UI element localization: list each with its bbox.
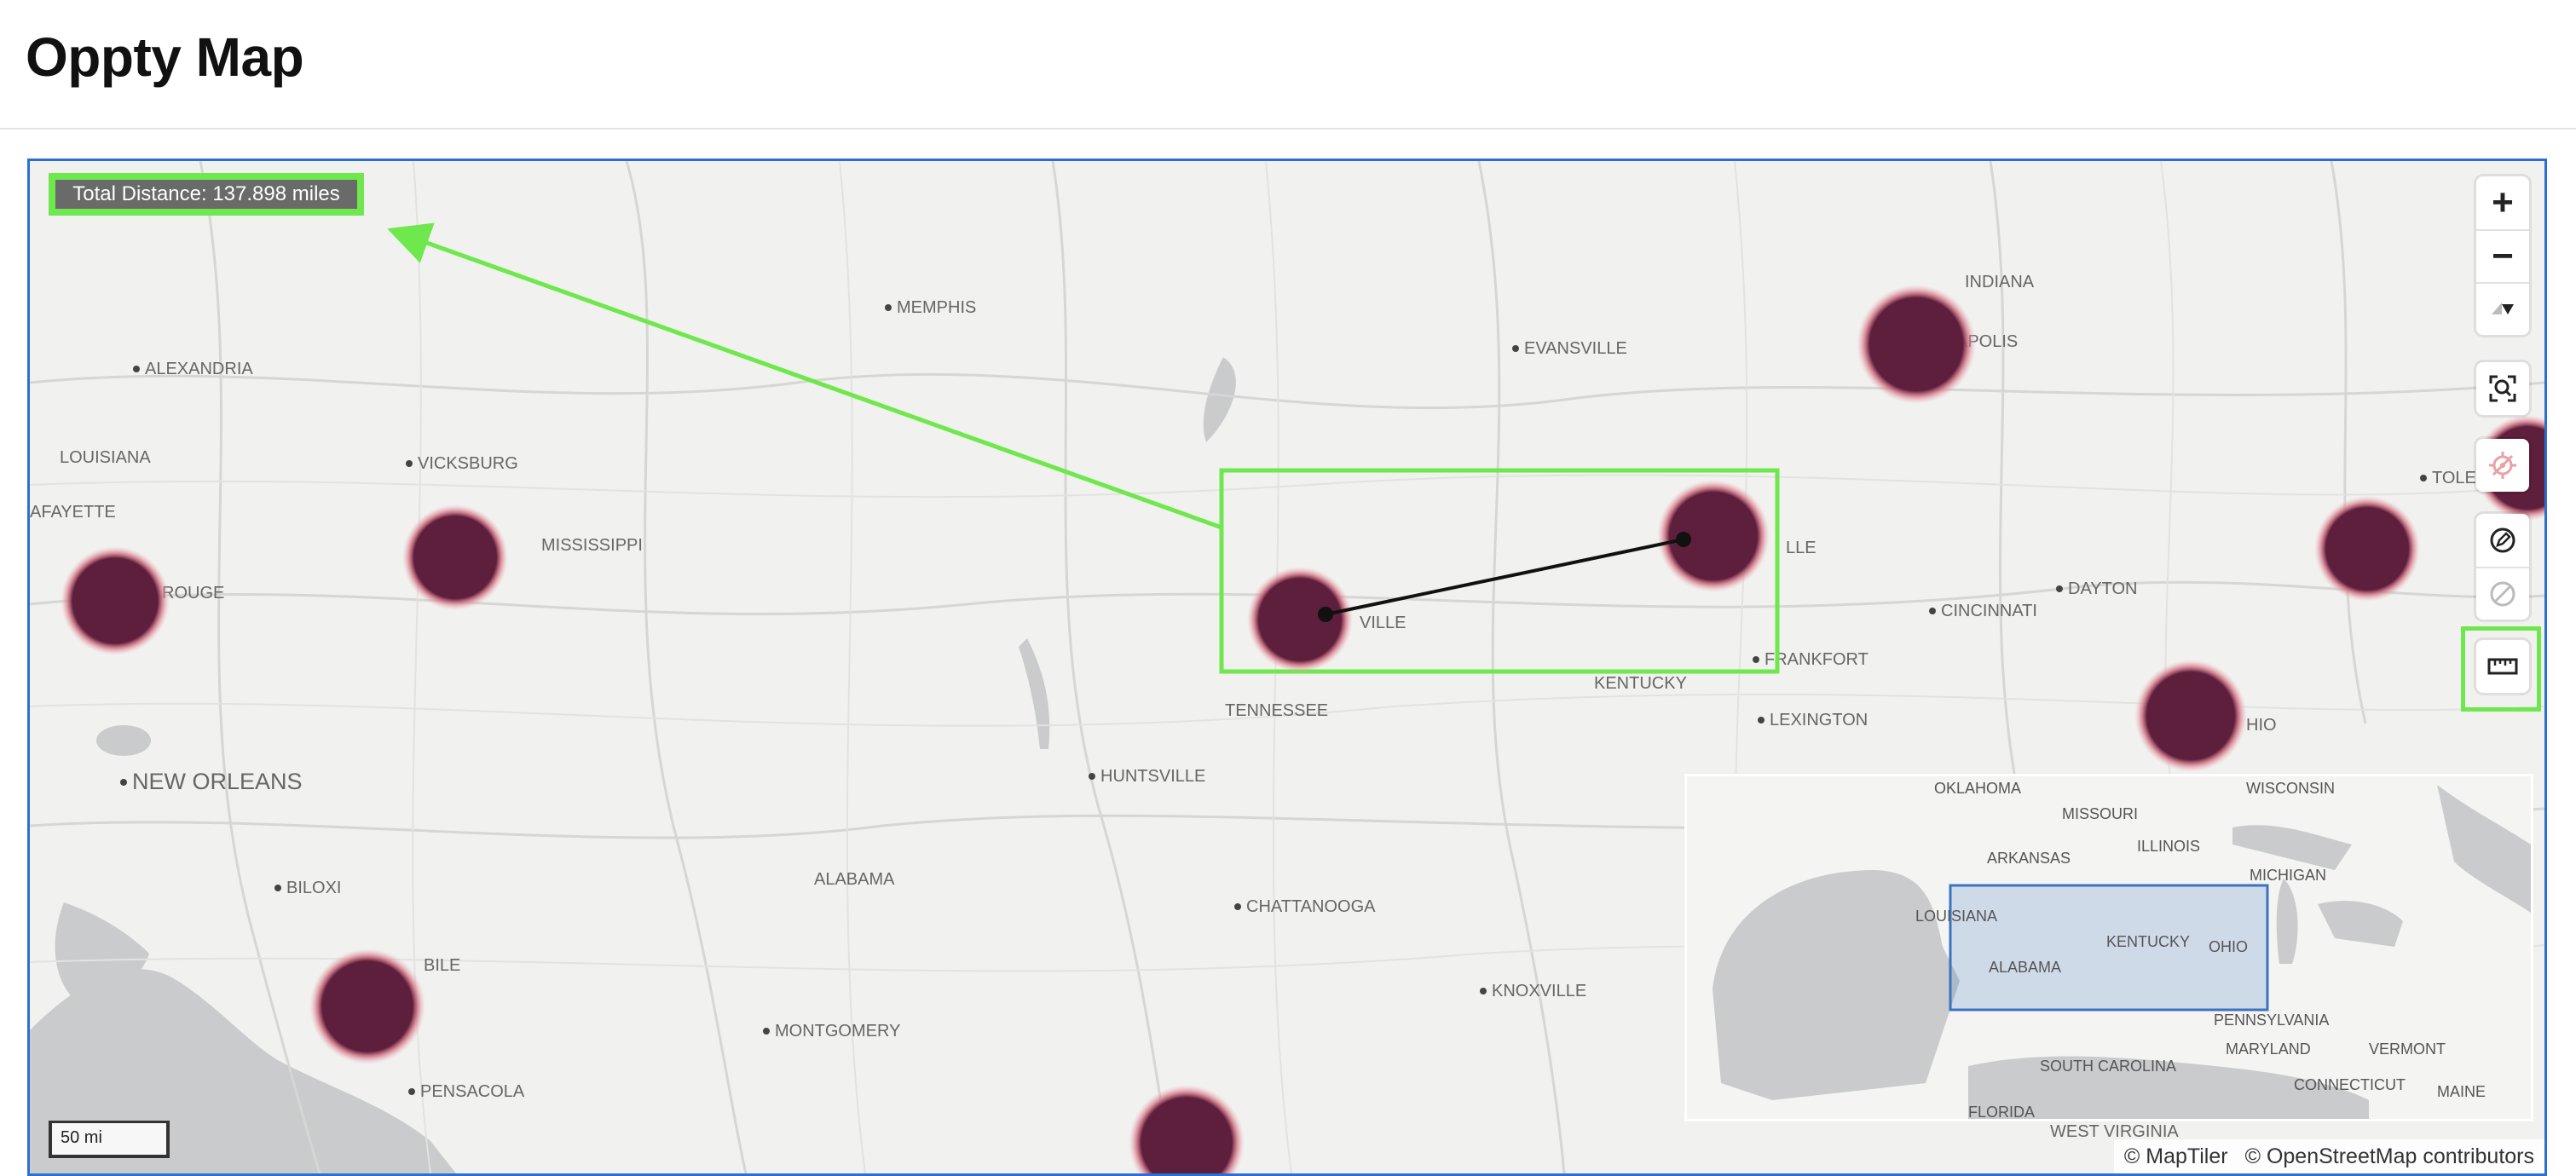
opportunity-marker[interactable] bbox=[1657, 480, 1770, 592]
minimap-label-missouri: MISSOURI bbox=[2062, 805, 2138, 822]
opportunity-marker[interactable] bbox=[2134, 660, 2247, 772]
geolocate-button[interactable] bbox=[2476, 439, 2529, 492]
geolocate-disabled-icon bbox=[2489, 452, 2516, 479]
label-chattanooga: CHATTANOOGA bbox=[1246, 897, 1376, 916]
clear-drawing-button[interactable] bbox=[2476, 567, 2529, 620]
minimap-label-alabama: ALABAMA bbox=[1989, 959, 2061, 976]
opportunity-marker[interactable] bbox=[402, 504, 508, 610]
page-header: Oppty Map bbox=[0, 0, 2576, 130]
total-distance-highlight: Total Distance: 137.898 miles bbox=[49, 173, 364, 216]
overview-minimap[interactable]: OKLAHOMA MISSOURI WISCONSIN ILLINOIS ARK… bbox=[1687, 776, 2531, 1119]
geolocate-group bbox=[2476, 439, 2529, 492]
zoom-extent-icon bbox=[2489, 375, 2516, 402]
measure-button-highlight bbox=[2461, 626, 2541, 712]
label-evansville: EVANSVILLE bbox=[1524, 339, 1627, 358]
compass-button[interactable] bbox=[2476, 282, 2529, 335]
zoom-in-button[interactable]: + bbox=[2476, 176, 2529, 229]
minimap-label-michigan: MICHIGAN bbox=[2250, 867, 2326, 884]
minimap-canvas[interactable]: OKLAHOMA MISSOURI WISCONSIN ILLINOIS ARK… bbox=[1687, 776, 2531, 1119]
label-dayton: DAYTON bbox=[2068, 579, 2138, 598]
label-pensacola: PENSACOLA bbox=[420, 1082, 525, 1101]
measure-point-end[interactable] bbox=[1676, 532, 1691, 547]
minimap-label-wisconsin: WISCONSIN bbox=[2246, 780, 2335, 797]
label-knoxville: KNOXVILLE bbox=[1492, 982, 1586, 1000]
attribution-maptiler-link[interactable]: © MapTiler bbox=[2124, 1144, 2228, 1169]
opportunity-marker[interactable] bbox=[61, 546, 170, 655]
label-biloxi: BILOXI bbox=[286, 879, 341, 897]
navigation-control-group: + − bbox=[2476, 176, 2529, 335]
label-cincinnati: CINCINNATI bbox=[1941, 602, 2037, 620]
label-vicksburg: VICKSBURG bbox=[418, 454, 518, 473]
minimap-label-south-carolina: SOUTH CAROLINA bbox=[2040, 1058, 2176, 1075]
label-louisiana: LOUISIANA bbox=[60, 448, 151, 467]
compass-icon bbox=[2492, 303, 2514, 314]
total-distance-label: Total Distance: 137.898 miles bbox=[55, 180, 357, 209]
label-kentucky: KENTUCKY bbox=[1594, 674, 1687, 693]
opportunity-marker[interactable] bbox=[2314, 496, 2420, 602]
minimap-label-ohio: OHIO bbox=[2209, 938, 2248, 955]
label-memphis: MEMPHIS bbox=[897, 298, 976, 317]
minimap-label-illinois: ILLINOIS bbox=[2137, 838, 2200, 855]
label-indiana: INDIANA bbox=[1965, 273, 2035, 291]
fit-bounds-group bbox=[2476, 362, 2529, 415]
minimap-label-arkansas: ARKANSAS bbox=[1987, 850, 2071, 867]
label-alexandria: ALEXANDRIA bbox=[145, 360, 253, 378]
label-new-orleans: NEW ORLEANS bbox=[132, 769, 303, 794]
label-lle: LLE bbox=[1786, 539, 1816, 557]
minimap-label-louisiana: LOUISIANA bbox=[1915, 908, 1997, 925]
minimap-label-oklahoma: OKLAHOMA bbox=[1934, 780, 2021, 797]
label-frankfort: FRANKFORT bbox=[1765, 650, 1868, 669]
zoom-to-extent-button[interactable] bbox=[2476, 362, 2529, 415]
minimap-label-kentucky: KENTUCKY bbox=[2106, 933, 2190, 950]
measure-point-start[interactable] bbox=[1318, 607, 1333, 622]
opportunity-marker[interactable] bbox=[309, 948, 425, 1064]
minimap-label-vermont: VERMONT bbox=[2369, 1041, 2446, 1058]
opportunity-marker[interactable] bbox=[1247, 567, 1353, 672]
label-afayette: AFAYETTE bbox=[30, 503, 116, 522]
label-alabama: ALABAMA bbox=[814, 870, 895, 889]
minimap-label-maryland: MARYLAND bbox=[2226, 1041, 2311, 1058]
map-container[interactable]: MEMPHIS EVANSVILLE INDIANA APOLIS ALEXAN… bbox=[27, 159, 2547, 1176]
zoom-out-button[interactable]: − bbox=[2476, 229, 2529, 282]
page-title: Oppty Map bbox=[26, 26, 304, 88]
draw-button[interactable] bbox=[2476, 514, 2529, 567]
opportunity-marker[interactable] bbox=[1857, 285, 1976, 404]
minimap-label-connecticut: CONNECTICUT bbox=[2294, 1076, 2406, 1093]
label-mississippi: MISSISSIPPI bbox=[541, 536, 643, 555]
clear-disabled-icon bbox=[2490, 581, 2515, 607]
label-bile: BILE bbox=[424, 956, 460, 975]
label-tennessee: TENNESSEE bbox=[1225, 701, 1328, 720]
label-hio: HIO bbox=[2246, 716, 2277, 735]
minimap-label-maine: MAINE bbox=[2437, 1083, 2486, 1100]
label-lexington: LEXINGTON bbox=[1770, 711, 1868, 729]
label-montgomery: MONTGOMERY bbox=[775, 1022, 900, 1041]
label-tole: TOLE bbox=[2432, 469, 2476, 487]
draw-control-group bbox=[2476, 514, 2529, 620]
attribution-osm-link[interactable]: © OpenStreetMap contributors bbox=[2245, 1144, 2534, 1169]
scale-bar: 50 mi bbox=[49, 1121, 170, 1158]
map-attribution: © MapTiler © OpenStreetMap contributors bbox=[2113, 1139, 2544, 1173]
label-ville: VILLE bbox=[1360, 614, 1406, 632]
minimap-label-pennsylvania: PENNSYLVANIA bbox=[2214, 1012, 2329, 1029]
minimap-label-florida: FLORIDA bbox=[1968, 1104, 2035, 1119]
draw-pencil-icon bbox=[2490, 527, 2515, 553]
label-huntsville: HUNTSVILLE bbox=[1100, 767, 1205, 786]
